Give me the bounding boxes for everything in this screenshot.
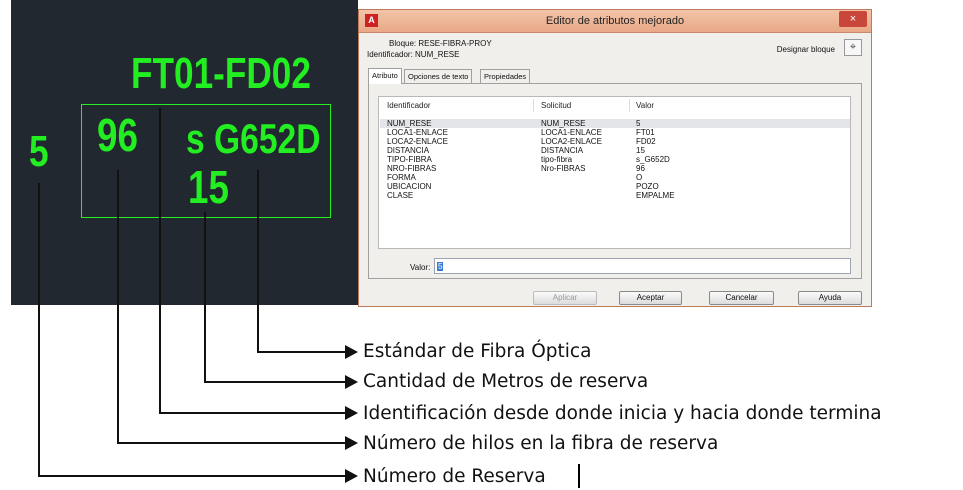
arrowhead-fiber-count — [345, 436, 358, 450]
annotation-fiber-standard: Estándar de Fibra Óptica — [363, 341, 592, 362]
arrowhead-reserve-number — [345, 469, 358, 483]
arrowhead-standard — [345, 345, 358, 359]
arrowhead-distance — [345, 375, 358, 389]
annotation-fiber-count: Número de hilos en la fibra de reserva — [363, 433, 719, 454]
text-caret — [578, 464, 580, 488]
leader-line-fiber-count — [117, 170, 352, 444]
leader-line-distance — [204, 212, 352, 383]
annotation-reserve-number: Número de Reserva — [363, 466, 546, 487]
tab-attribute[interactable]: Atributo — [368, 68, 402, 84]
leader-line-reserve-number — [38, 183, 352, 477]
leader-line-standard — [257, 170, 352, 353]
leader-line-link-id — [159, 108, 352, 414]
arrowhead-link-id — [345, 406, 358, 420]
annotation-link-identification: Identificación desde donde inicia y haci… — [363, 403, 882, 424]
annotation-reserve-meters: Cantidad de Metros de reserva — [363, 371, 649, 392]
